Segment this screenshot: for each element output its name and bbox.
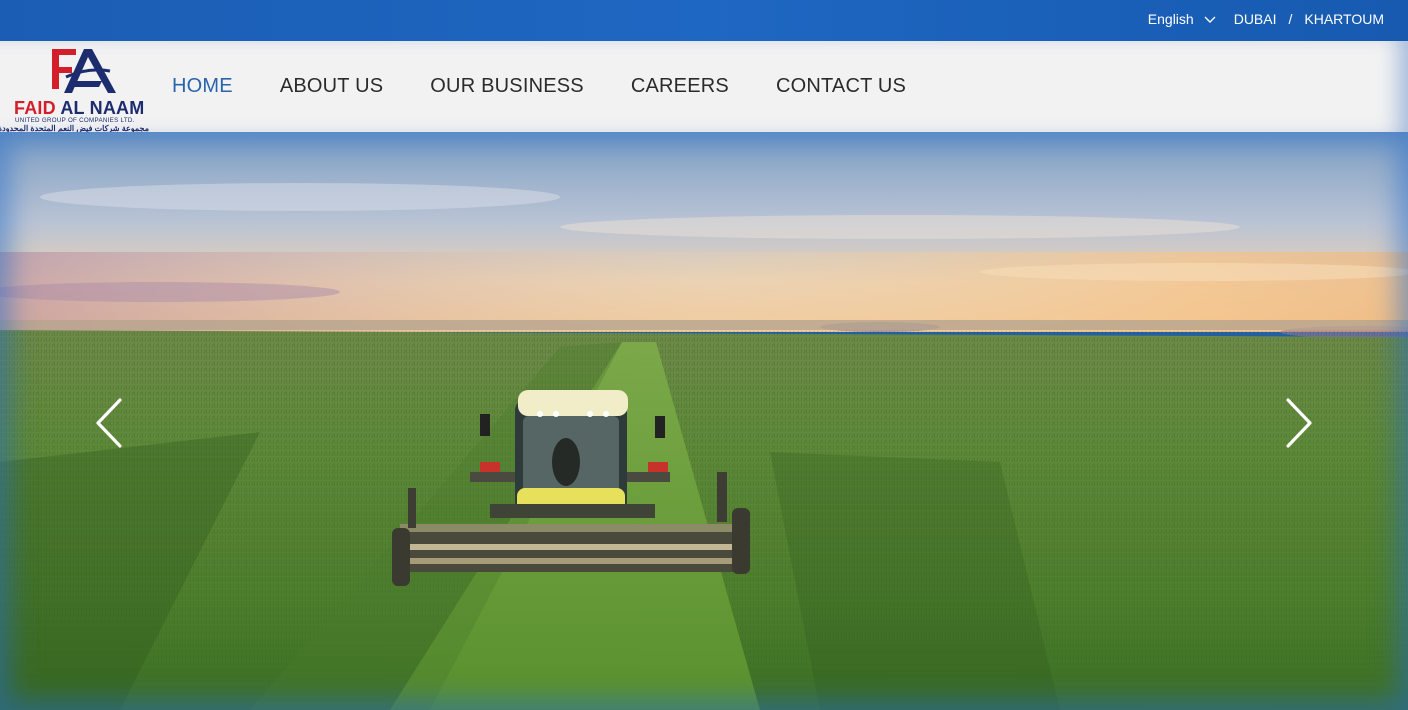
nav-item-home[interactable]: HOME xyxy=(172,75,233,98)
company-logo[interactable]: FAID AL NAAM UNITED GROUP OF COMPANIES L… xyxy=(0,47,152,133)
nav-item-careers[interactable]: CAREERS xyxy=(631,75,729,98)
main-navbar: FAID AL NAAM UNITED GROUP OF COMPANIES L… xyxy=(0,41,1408,133)
language-label: English xyxy=(1147,11,1194,27)
language-selector[interactable]: English xyxy=(1148,11,1216,27)
hero-image-tractor-field xyxy=(0,132,1408,710)
logo-name: FAID AL NAAM xyxy=(14,98,144,119)
nav-item-our-business[interactable]: OUR BUSINESS xyxy=(430,75,584,98)
chevron-left-icon[interactable] xyxy=(88,394,128,452)
chevron-down-icon xyxy=(1204,16,1216,23)
city-separator: / xyxy=(1288,11,1293,27)
top-bar-links: English DUBAI / KHARTOUM xyxy=(1148,0,1384,38)
city-link-dubai[interactable]: DUBAI xyxy=(1234,11,1277,27)
logo-subtitle: UNITED GROUP OF COMPANIES LTD. xyxy=(15,117,135,124)
nav-item-contact-us[interactable]: CONTACT US xyxy=(776,75,906,98)
logo-name-faid: FAID xyxy=(14,98,56,118)
logo-name-al-naam: AL NAAM xyxy=(60,98,145,118)
city-link-khartoum[interactable]: KHARTOUM xyxy=(1304,11,1384,27)
nav-menu: HOME ABOUT US OUR BUSINESS CAREERS CONTA… xyxy=(172,41,953,132)
nav-item-about-us[interactable]: ABOUT US xyxy=(280,75,383,98)
logo-mark-icon xyxy=(52,49,116,93)
top-bar: English DUBAI / KHARTOUM xyxy=(0,0,1408,41)
chevron-right-icon[interactable] xyxy=(1280,394,1320,452)
hero-slider xyxy=(0,132,1408,710)
